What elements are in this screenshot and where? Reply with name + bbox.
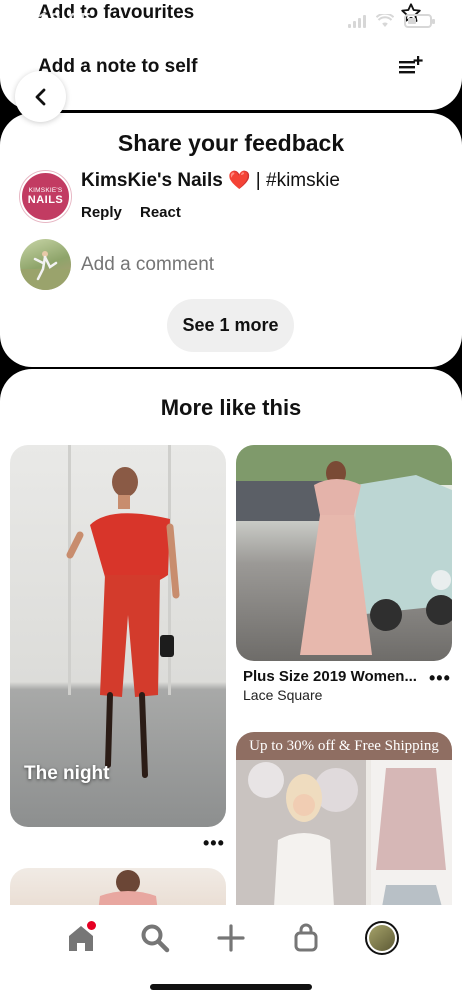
more-like-this-title: More like this (160, 395, 302, 420)
search-icon (141, 924, 170, 953)
feedback-title: Share your feedback (117, 130, 345, 156)
heart-emoji: ❤️ (228, 170, 251, 190)
add-note-icon[interactable] (398, 55, 424, 77)
pin-image (236, 445, 452, 655)
user-avatar-image (20, 251, 71, 290)
avatar-text-line1: KIMSKIE'S (28, 187, 63, 194)
bottom-navigation (0, 905, 462, 999)
pin-card[interactable] (236, 445, 452, 661)
system-icons (348, 14, 435, 28)
comment-text: KimsKie's Nails ❤️ | #kimskie (81, 170, 340, 192)
comment-author-avatar[interactable]: KIMSKIE'S NAILS (20, 171, 71, 222)
comment-body: | #kimskie (250, 170, 340, 191)
pin-source[interactable]: Lace Square (243, 687, 322, 703)
see-more-button[interactable]: See 1 more (167, 299, 294, 352)
nav-profile[interactable] (363, 919, 401, 957)
pin-caption: The night (24, 763, 110, 784)
add-note-to-self-item[interactable]: Add a note to self (38, 56, 197, 78)
pin-image (236, 760, 452, 907)
battery-icon (404, 14, 435, 28)
pin-more-options-button[interactable]: ••• (203, 834, 225, 852)
react-button[interactable]: React (140, 204, 181, 221)
feedback-section: Share your feedback KIMSKIE'S NAILS Kims… (0, 113, 462, 367)
nav-shop[interactable] (287, 919, 325, 957)
nav-search[interactable] (136, 919, 174, 957)
reply-button[interactable]: Reply (81, 204, 122, 221)
pin-card[interactable]: The night (10, 445, 226, 827)
status-time: 13:05 (38, 10, 92, 32)
shopping-bag-icon (294, 923, 318, 952)
comment-author[interactable]: KimsKie's Nails (81, 170, 223, 191)
notification-dot (87, 921, 96, 930)
pin-more-options-button[interactable]: ••• (429, 669, 451, 687)
add-comment-input[interactable] (81, 254, 381, 276)
profile-avatar (365, 921, 399, 955)
back-button[interactable] (15, 71, 66, 122)
pin-title[interactable]: Plus Size 2019 Women... (243, 668, 423, 685)
home-indicator[interactable] (150, 984, 312, 990)
back-to-search-link[interactable]: ◂ Search (14, 36, 61, 50)
avatar-text-line2: NAILS (27, 194, 64, 206)
chevron-left-icon (35, 88, 45, 105)
signal-icon (348, 14, 366, 28)
user-avatar (20, 239, 71, 290)
nav-home[interactable] (62, 919, 100, 957)
plus-icon (217, 924, 245, 952)
status-bar: 13:05 ◂ Search (14, 10, 435, 50)
promo-banner: Up to 30% off & Free Shipping (236, 732, 452, 760)
nav-create[interactable] (212, 919, 250, 957)
wifi-icon (376, 14, 394, 27)
pin-card[interactable]: Up to 30% off & Free Shipping (236, 732, 452, 907)
